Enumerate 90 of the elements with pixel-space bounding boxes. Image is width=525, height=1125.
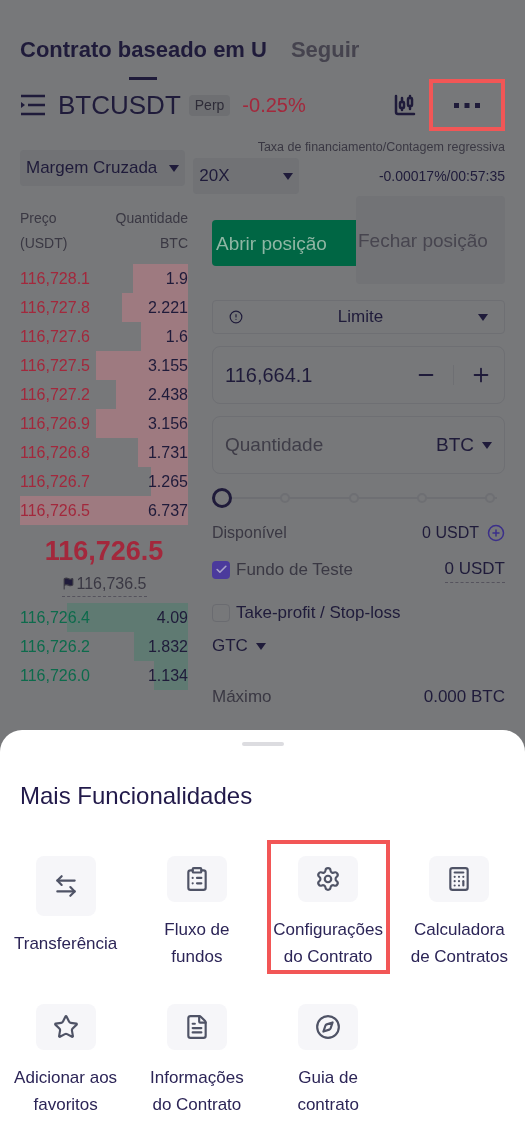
settings-icon bbox=[315, 866, 342, 892]
perp-badge: Perp bbox=[188, 94, 231, 116]
price-field[interactable]: 116,664.1 bbox=[212, 346, 505, 404]
flag-icon bbox=[61, 577, 75, 591]
star-icon bbox=[52, 1014, 79, 1040]
last-price: 116,726.5 bbox=[44, 535, 164, 569]
quantity: 1.9 bbox=[165, 268, 188, 289]
mark-price: 116,736.5 bbox=[76, 573, 147, 594]
quantity: 6.737 bbox=[147, 500, 188, 521]
candlestick-icon[interactable] bbox=[393, 93, 417, 117]
time-in-force-select[interactable]: GTC bbox=[212, 634, 505, 658]
margin-mode-select[interactable]: Margem Cruzada bbox=[20, 150, 186, 186]
price: 116,726.0 bbox=[20, 665, 90, 686]
quantity-field[interactable]: Quantidade BTC bbox=[212, 416, 505, 474]
price: 116,726.2 bbox=[20, 636, 90, 657]
quantity: 1.6 bbox=[165, 326, 188, 347]
drag-handle[interactable] bbox=[241, 742, 284, 746]
info-icon bbox=[229, 310, 243, 324]
price: 116,727.6 bbox=[20, 326, 90, 347]
quantity: 1.731 bbox=[147, 442, 188, 463]
option-label: Take-profit / Stop-loss bbox=[236, 601, 401, 624]
feature-item[interactable]: Calculadora de Contratos bbox=[397, 840, 521, 974]
caret-icon bbox=[283, 172, 294, 180]
menu-icon[interactable] bbox=[20, 94, 46, 116]
leverage-select[interactable]: 20X bbox=[193, 158, 300, 194]
available-label: Disponível bbox=[212, 523, 287, 543]
feature-item[interactable]: Informações do Contrato bbox=[135, 988, 259, 1122]
option-label: Fundo de Teste bbox=[236, 558, 353, 581]
caret-icon bbox=[255, 642, 266, 650]
column-unit: (USDT) bbox=[20, 234, 68, 253]
order-type-select[interactable]: Limite bbox=[212, 300, 505, 334]
feature-item[interactable]: Adicionar aos favoritos bbox=[4, 988, 128, 1122]
quantity: 3.155 bbox=[147, 355, 188, 376]
order-row[interactable]: 116,726.7 1.265 bbox=[20, 467, 188, 496]
compass-icon bbox=[315, 1014, 342, 1040]
order-row[interactable]: 116,726.8 1.731 bbox=[20, 438, 188, 467]
column-unit: BTC bbox=[160, 234, 188, 253]
order-row[interactable]: 116,727.5 3.155 bbox=[20, 351, 188, 380]
order-row[interactable]: 116,726.5 6.737 bbox=[20, 496, 188, 525]
feature-item[interactable]: Configurações do Contrato bbox=[266, 840, 390, 974]
quantity: 1.265 bbox=[147, 471, 188, 492]
order-row[interactable]: 116,727.6 1.6 bbox=[20, 322, 188, 351]
tab-underline bbox=[129, 77, 158, 80]
quantity: 1.134 bbox=[147, 665, 188, 686]
order-tab[interactable]: Abrir posição bbox=[212, 220, 356, 266]
quantity: 2.438 bbox=[147, 384, 188, 405]
order-row[interactable]: 116,728.1 1.9 bbox=[20, 264, 188, 293]
price: 116,726.8 bbox=[20, 442, 90, 463]
column-header: Preço bbox=[20, 209, 58, 228]
max-value: 0.000 BTC bbox=[423, 686, 505, 708]
funding-value: -0.00017%/00:57:35 bbox=[378, 167, 505, 186]
feature-item[interactable]: Transferência bbox=[4, 840, 128, 974]
add-icon[interactable] bbox=[487, 524, 505, 542]
price: 116,726.4 bbox=[20, 607, 90, 628]
quantity: 1.832 bbox=[147, 636, 188, 657]
price: 116,728.1 bbox=[20, 268, 90, 289]
caret-icon bbox=[169, 164, 180, 172]
sheet-title: Mais Funcionalidades bbox=[19, 781, 254, 811]
price: 116,727.2 bbox=[20, 384, 90, 405]
quantity: 3.156 bbox=[147, 413, 188, 434]
caret-icon bbox=[478, 313, 488, 321]
price: 116,727.8 bbox=[20, 297, 90, 318]
order-row[interactable]: 116,727.8 2.221 bbox=[20, 293, 188, 322]
price-change: -0.25% bbox=[242, 93, 306, 118]
available-value: 0 USDT bbox=[422, 523, 479, 543]
unit-select[interactable]: BTC bbox=[436, 430, 492, 460]
funding-label: Taxa de financiamento/Contagem regressiva bbox=[257, 140, 505, 155]
more-icon bbox=[454, 102, 480, 108]
caret-icon bbox=[482, 441, 492, 449]
price: 116,727.5 bbox=[20, 355, 90, 376]
option-value: 0 USDT bbox=[444, 556, 505, 583]
max-label: Máximo bbox=[212, 686, 272, 708]
more-button[interactable] bbox=[429, 79, 505, 131]
tab[interactable]: Contrato baseado em U bbox=[20, 30, 267, 70]
symbol[interactable]: BTCUSDT bbox=[58, 85, 181, 125]
price: 116,726.7 bbox=[20, 471, 90, 492]
price: 116,726.9 bbox=[20, 413, 90, 434]
check-icon bbox=[214, 563, 228, 576]
column-header: Quantidade bbox=[115, 209, 188, 228]
order-row[interactable]: 116,726.9 3.156 bbox=[20, 409, 188, 438]
order-row[interactable]: 116,726.0 1.134 bbox=[20, 661, 188, 690]
order-row[interactable]: 116,727.2 2.438 bbox=[20, 380, 188, 409]
feature-item[interactable]: Fluxo de fundos bbox=[135, 840, 259, 974]
quantity: 2.221 bbox=[147, 297, 188, 318]
feature-item[interactable]: Guia de contrato bbox=[266, 988, 390, 1122]
price: 116,726.5 bbox=[20, 500, 90, 521]
quantity: 4.09 bbox=[156, 607, 188, 628]
order-row[interactable]: 116,726.2 1.832 bbox=[20, 632, 188, 661]
checkbox[interactable] bbox=[212, 560, 230, 579]
order-row[interactable]: 116,726.4 4.09 bbox=[20, 603, 188, 632]
